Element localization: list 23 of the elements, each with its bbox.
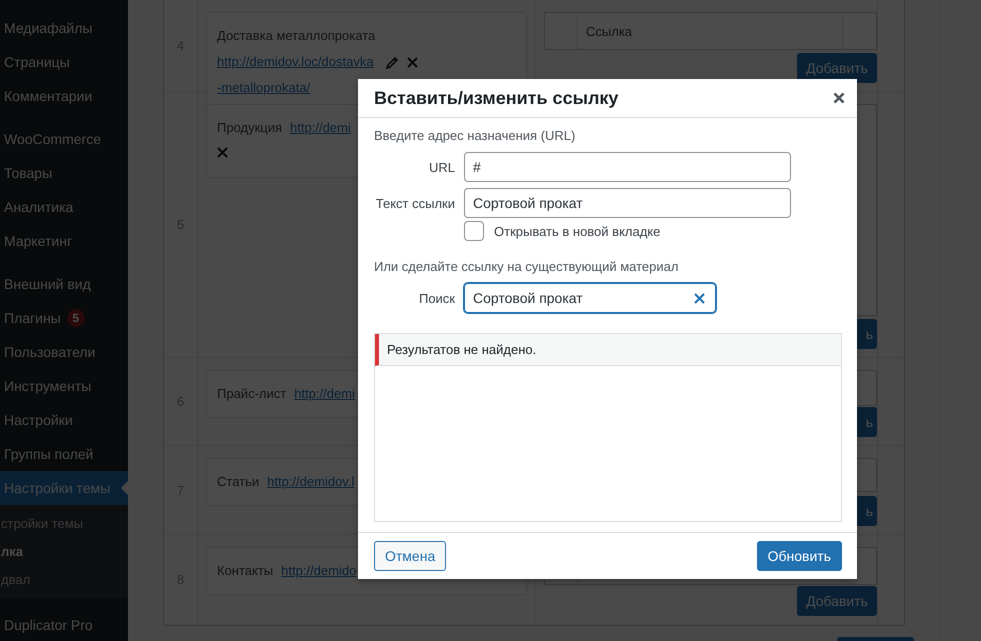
link-title: Прайс-лист bbox=[217, 386, 286, 401]
field-label: Ссылка bbox=[586, 24, 632, 38]
field-label: Поиск bbox=[418, 290, 455, 306]
sidebar-label: Плагины bbox=[4, 310, 61, 326]
checkbox[interactable] bbox=[464, 221, 484, 241]
text-field[interactable]: # bbox=[464, 152, 791, 182]
text-field[interactable]: Сортовой прокат bbox=[464, 188, 791, 218]
dialog-title: Вставить/изменить ссылку bbox=[374, 88, 618, 108]
search-field[interactable]: Сортовой прокат bbox=[464, 283, 716, 313]
field-label: Текст ссылки bbox=[374, 196, 455, 210]
link-title: Продукция bbox=[217, 120, 282, 135]
cancel-button[interactable]: Отмена bbox=[374, 541, 446, 571]
no-results-notice: Результатов не найдено. bbox=[375, 334, 841, 366]
checkbox-label: Открывать в новой вкладке bbox=[494, 224, 660, 238]
link-title: Доставка металлопроката bbox=[217, 28, 376, 43]
section-hint: Введите адрес назначения (URL) bbox=[374, 128, 576, 143]
link-title: Статьи bbox=[217, 474, 260, 489]
close-button[interactable] bbox=[831, 90, 847, 106]
section-hint: Или сделайте ссылку на существующий материал bbox=[374, 259, 680, 274]
update-button[interactable]: Обновить bbox=[756, 541, 842, 571]
field-label: URL bbox=[428, 160, 455, 174]
link-title: Контакты bbox=[217, 563, 274, 578]
clear-icon[interactable] bbox=[694, 292, 705, 304]
